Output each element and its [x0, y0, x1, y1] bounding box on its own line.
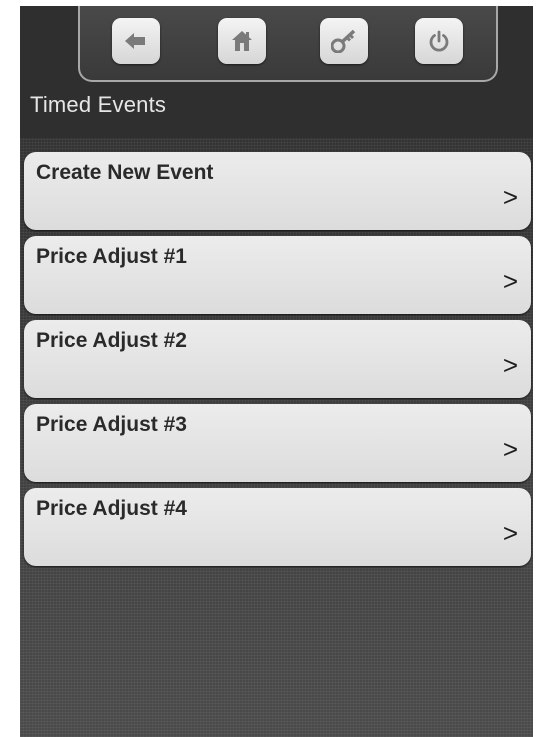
home-button[interactable] — [218, 18, 266, 64]
chevron-right-icon: > — [502, 518, 518, 548]
page-title: Timed Events — [30, 92, 167, 117]
event-item-label: Price Adjust #3 — [36, 413, 187, 436]
chevron-right-icon: > — [502, 182, 518, 212]
chevron-right-icon: > — [502, 350, 518, 380]
event-item-price-adjust-3[interactable]: Price Adjust #3 > — [24, 404, 531, 482]
key-icon — [331, 29, 356, 53]
power-button[interactable] — [415, 18, 463, 64]
device-screen: Timed Events Create New Event > Price Ad… — [20, 6, 533, 737]
event-item-price-adjust-4[interactable]: Price Adjust #4 > — [24, 488, 531, 566]
event-item-price-adjust-1[interactable]: Price Adjust #1 > — [24, 236, 531, 314]
event-item-label: Price Adjust #4 — [36, 497, 187, 520]
chevron-right-icon: > — [502, 434, 518, 464]
back-button[interactable] — [112, 18, 160, 64]
arrow-left-icon — [125, 33, 145, 49]
toolbar — [78, 6, 498, 82]
event-item-create-new[interactable]: Create New Event > — [24, 152, 531, 230]
chevron-right-icon: > — [502, 266, 518, 296]
event-list: Create New Event > Price Adjust #1 > Pri… — [24, 152, 531, 572]
header: Timed Events — [20, 6, 533, 138]
event-item-price-adjust-2[interactable]: Price Adjust #2 > — [24, 320, 531, 398]
home-icon — [232, 31, 252, 51]
event-item-label: Price Adjust #1 — [36, 245, 187, 268]
power-icon — [429, 30, 449, 52]
event-item-label: Create New Event — [36, 161, 214, 184]
key-button[interactable] — [320, 18, 368, 64]
event-item-label: Price Adjust #2 — [36, 329, 187, 352]
